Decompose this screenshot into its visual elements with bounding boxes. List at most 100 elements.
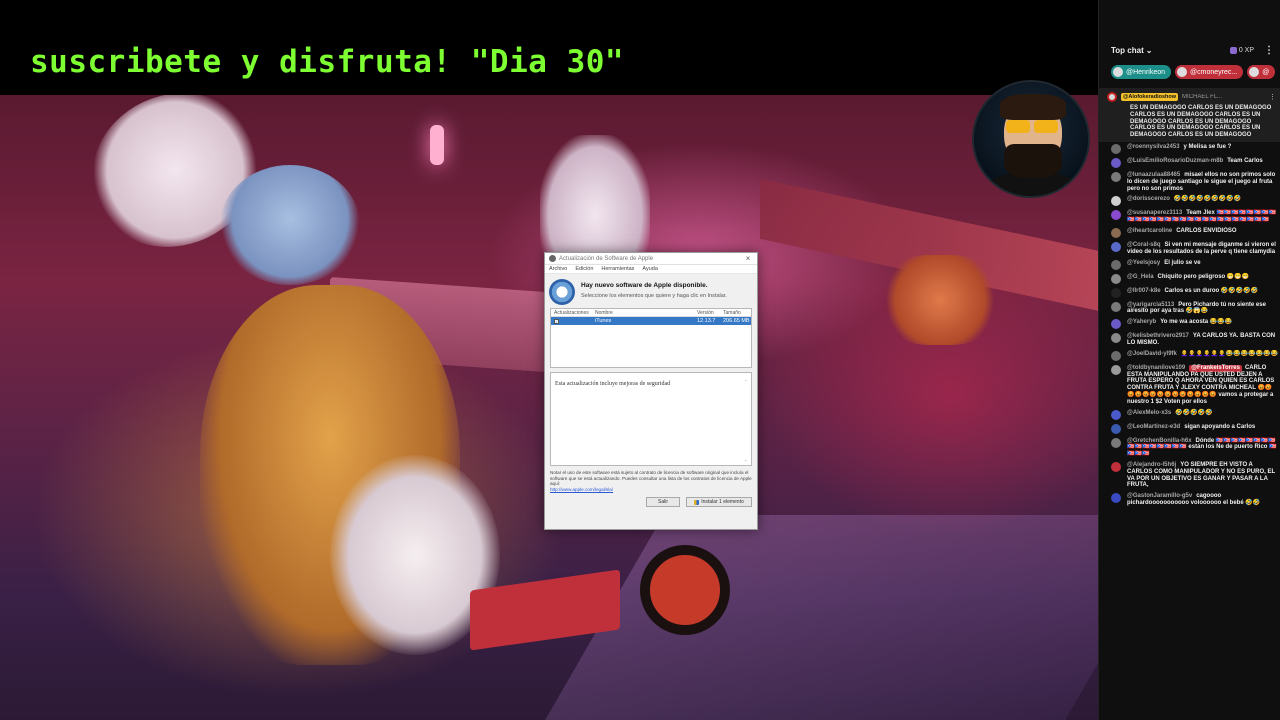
chat-message[interactable]: @roennysilva2453 y Melisa se fue ? bbox=[1111, 143, 1280, 154]
chat-author[interactable]: @kelisbethrivero2917 bbox=[1127, 333, 1189, 339]
pinned-message-author[interactable]: @Alofokeradioshow bbox=[1121, 93, 1179, 101]
avatar[interactable] bbox=[1111, 364, 1121, 375]
install-button[interactable]: Instalar 1 elemento bbox=[686, 497, 752, 507]
avatar[interactable] bbox=[1111, 259, 1121, 270]
avatar[interactable] bbox=[1111, 461, 1121, 472]
chat-message[interactable]: @JoelDavid-yl9fk 👩‍🦲👩‍🦲👩‍🦲👩‍🦲👩‍🦲👩‍🦲😂😂😂😂😂😂… bbox=[1111, 350, 1280, 361]
chat-author[interactable]: @GretchenBonilla-h6x bbox=[1127, 438, 1192, 444]
chat-message[interactable]: @Coral-s8q Si ven mi mensaje diganme si v… bbox=[1111, 241, 1280, 256]
avatar[interactable] bbox=[1111, 241, 1121, 252]
chat-message[interactable]: @LeoMartinez-e3d sigan apoyando a Carlos bbox=[1111, 423, 1280, 434]
update-description-pane[interactable]: Esta actualización incluye mejoras de se… bbox=[550, 372, 752, 466]
chat-author[interactable]: @Yaheryb bbox=[1127, 319, 1156, 325]
more-options-icon[interactable]: ⋮ bbox=[1264, 45, 1274, 56]
chat-message[interactable]: @yarigarcia5113 Pero Pichardo tú no sient… bbox=[1111, 301, 1280, 316]
mention-tag[interactable]: @FrankeisTorres bbox=[1189, 364, 1242, 372]
quit-button[interactable]: Salir bbox=[646, 497, 680, 507]
chat-author[interactable]: @susanaperez3113 bbox=[1127, 210, 1182, 216]
chat-message[interactable]: @GretchenBonilla-h6x Dónde 🇵🇷🇵🇷🇵🇷🇵🇷🇵🇷🇵🇷🇵🇷… bbox=[1111, 437, 1280, 458]
chat-author[interactable]: @lunaazulaa88465 bbox=[1127, 172, 1180, 178]
avatar[interactable] bbox=[1111, 196, 1121, 207]
menu-ayuda[interactable]: Ayuda bbox=[642, 266, 658, 272]
avatar[interactable] bbox=[1111, 210, 1121, 221]
col-name[interactable]: Nombre bbox=[595, 310, 697, 316]
pinned-user-chip[interactable]: @ bbox=[1247, 65, 1276, 79]
chat-message[interactable]: @susanaperez3113 Team Jlex 🇵🇷🇵🇷🇵🇷🇵🇷🇵🇷🇵🇷🇵🇷… bbox=[1111, 210, 1280, 224]
chat-message[interactable]: @Yaheryb Yo me wa acosta 😂😂😂 bbox=[1111, 319, 1280, 330]
chat-author[interactable]: @yarigarcia5113 bbox=[1127, 302, 1174, 308]
chat-author[interactable]: @LuisEmilioRosarioDuzman-m8b bbox=[1127, 158, 1223, 164]
chat-author[interactable]: @JoelDavid-yl9fk bbox=[1127, 351, 1177, 357]
chat-text: Team Carlos bbox=[1227, 157, 1263, 164]
avatar[interactable] bbox=[1111, 143, 1121, 154]
update-description: Esta actualización incluye mejoras de se… bbox=[555, 381, 671, 387]
col-updates[interactable]: Actualizaciones bbox=[551, 310, 595, 316]
update-size: 206.65 MB bbox=[723, 318, 750, 324]
chat-author[interactable]: @roennysilva2453 bbox=[1127, 144, 1180, 150]
banner-text: suscribete y disfruta! "Dia 30" bbox=[30, 44, 625, 80]
chat-message[interactable]: @AlexMelo-x3s 🤣🤣🤣🤣🤣 bbox=[1111, 409, 1280, 420]
chat-message[interactable]: @Yeelsjosy El julio se ve bbox=[1111, 259, 1280, 270]
license-link[interactable]: http://www.apple.com/legal/sla/ bbox=[550, 487, 613, 492]
chat-author[interactable]: @GastonJaramillo-g5v bbox=[1127, 493, 1192, 499]
chat-message[interactable]: @toldbynanilove109 @FrankeisTorres CARLO E… bbox=[1111, 364, 1280, 406]
chat-author[interactable]: @Coral-s8q bbox=[1127, 242, 1161, 248]
menu-herramientas[interactable]: Herramientas bbox=[601, 266, 634, 272]
chat-message[interactable]: @lunaazulaa88465 misael ellos no son prim… bbox=[1111, 171, 1280, 192]
chat-message[interactable]: @GastonJaramillo-g5v cagoooo pichardooooo… bbox=[1111, 493, 1280, 507]
chat-message[interactable]: @Alejandro-l5h6j YO SIEMPRE EH VISTO A CA… bbox=[1111, 461, 1280, 489]
chat-author[interactable]: @Yeelsjosy bbox=[1127, 260, 1160, 266]
update-row-itunes[interactable]: ✓ iTunes 12.13.7 206.65 MB bbox=[551, 317, 751, 325]
avatar[interactable] bbox=[1111, 409, 1121, 420]
chat-mode-dropdown[interactable]: Top chat ⌄ bbox=[1111, 46, 1152, 55]
col-size[interactable]: Tamaño bbox=[723, 310, 751, 316]
pinned-message-text: ES UN DEMAGOGO CARLOS ES UN DEMAGOGO CAR… bbox=[1130, 105, 1272, 139]
pinned-user-chip[interactable]: @Henrikeon bbox=[1111, 65, 1172, 79]
dialog-titlebar[interactable]: Actualización de Software de Apple × bbox=[545, 253, 757, 265]
chat-author[interactable]: @iheartcaroline bbox=[1127, 228, 1172, 234]
chat-message[interactable]: @G_Hela Chiquito pero peligroso 😁😁😁 bbox=[1111, 273, 1280, 284]
chat-text: Carlos es un duroo 🤣🤣🤣🤣🤣 bbox=[1164, 287, 1259, 294]
pinned-user-name: @cmoneyrec... bbox=[1190, 68, 1238, 76]
chat-author[interactable]: @LeoMartinez-e3d bbox=[1127, 424, 1180, 430]
avatar[interactable] bbox=[1111, 287, 1121, 298]
avatar[interactable] bbox=[1111, 227, 1121, 238]
description-scrollbar[interactable]: ⌃ ⌄ bbox=[744, 379, 749, 462]
avatar[interactable] bbox=[1111, 157, 1121, 168]
menu-edicion[interactable]: Edición bbox=[575, 266, 593, 272]
avatar[interactable] bbox=[1111, 423, 1121, 434]
chat-author[interactable]: @Alejandro-l5h6j bbox=[1127, 462, 1176, 468]
avatar-glasses bbox=[1006, 120, 1062, 134]
pinned-user-chip[interactable]: @cmoneyrec... bbox=[1175, 65, 1244, 79]
avatar[interactable] bbox=[1111, 493, 1121, 504]
dialog-menubar: Archivo Edición Herramientas Ayuda bbox=[545, 265, 757, 274]
chat-message[interactable]: @iheartcaroline CARLOS ENVIDIOSO bbox=[1111, 227, 1280, 238]
update-checkbox[interactable]: ✓ bbox=[554, 318, 559, 324]
chat-message[interactable]: @LuisEmilioRosarioDuzman-m8b Team Carlos bbox=[1111, 157, 1280, 168]
scroll-down-icon[interactable]: ⌄ bbox=[744, 457, 749, 462]
chat-author[interactable]: @toldbynanilove109 bbox=[1127, 365, 1185, 371]
avatar[interactable] bbox=[1111, 333, 1121, 344]
pinned-message[interactable]: @Alofokeradioshow MICHAEL FL... ⋮ ES UN … bbox=[1099, 88, 1280, 142]
avatar[interactable] bbox=[1111, 301, 1121, 312]
avatar[interactable] bbox=[1111, 319, 1121, 330]
chat-message[interactable]: @llr007-k8e Carlos es un duroo 🤣🤣🤣🤣🤣 bbox=[1111, 287, 1280, 298]
avatar[interactable] bbox=[1111, 437, 1121, 448]
chat-author[interactable]: @llr007-k8e bbox=[1127, 288, 1161, 294]
xp-counter[interactable]: 0 XP bbox=[1229, 46, 1254, 54]
avatar[interactable] bbox=[1111, 273, 1121, 284]
chat-message[interactable]: @kelisbethrivero2917 YA CARLOS YA. BASTA … bbox=[1111, 333, 1280, 347]
avatar[interactable] bbox=[1111, 171, 1121, 182]
more-options-icon[interactable]: ⋮ bbox=[1269, 93, 1276, 101]
col-version[interactable]: Versión bbox=[697, 310, 723, 316]
chat-message[interactable]: @dorisscerezo 🤣🤣🤣🤣🤣🤣🤣🤣🤣 bbox=[1111, 196, 1280, 207]
chat-author[interactable]: @AlexMelo-x3s bbox=[1127, 410, 1171, 416]
avatar bbox=[1113, 67, 1123, 77]
close-icon[interactable]: × bbox=[743, 254, 753, 263]
menu-archivo[interactable]: Archivo bbox=[549, 266, 567, 272]
scroll-up-icon[interactable]: ⌃ bbox=[744, 379, 749, 384]
chat-author[interactable]: @G_Hela bbox=[1127, 274, 1154, 280]
chat-author[interactable]: @dorisscerezo bbox=[1127, 196, 1170, 202]
avatar bbox=[1107, 92, 1117, 102]
avatar[interactable] bbox=[1111, 350, 1121, 361]
